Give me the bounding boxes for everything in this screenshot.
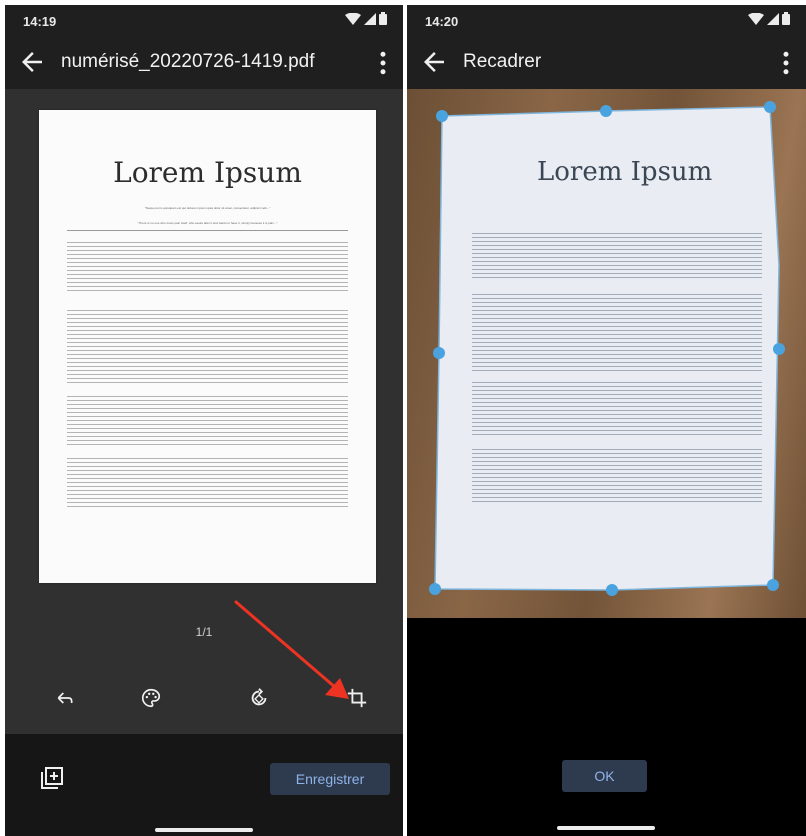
wifi-icon xyxy=(748,12,764,25)
signal-icon xyxy=(767,12,779,25)
more-options-icon[interactable] xyxy=(776,48,796,78)
crop-handle-right[interactable] xyxy=(773,343,785,355)
crop-handle-bottom-left[interactable] xyxy=(429,583,441,595)
crop-handle-top-left[interactable] xyxy=(436,110,448,122)
crop-handle-top[interactable] xyxy=(600,105,612,117)
gesture-handle xyxy=(557,826,655,830)
bottom-bar: OK xyxy=(407,618,806,836)
right-phone-screen: 14:20 Recadrer Lorem Ipsum OK xyxy=(407,5,806,836)
battery-icon xyxy=(782,12,790,25)
crop-handle-top-right[interactable] xyxy=(764,101,776,113)
ok-button[interactable]: OK xyxy=(562,760,647,792)
back-arrow-icon[interactable] xyxy=(419,47,449,77)
crop-photo-area: Lorem Ipsum xyxy=(407,89,806,618)
crop-handles xyxy=(429,101,785,596)
crop-handle-bottom[interactable] xyxy=(606,584,618,596)
status-icons xyxy=(748,12,790,25)
left-phone-screen: 14:19 numérisé_20220726-1419.pdf Lorem I… xyxy=(5,5,403,836)
annotation-arrow xyxy=(234,600,349,699)
screen-title: Recadrer xyxy=(463,51,542,72)
app-bar: Recadrer xyxy=(407,39,806,89)
status-time: 14:20 xyxy=(425,14,459,29)
crop-handle-left[interactable] xyxy=(433,347,445,359)
crop-handle-bottom-right[interactable] xyxy=(767,579,779,591)
status-bar: 14:20 xyxy=(407,5,806,35)
